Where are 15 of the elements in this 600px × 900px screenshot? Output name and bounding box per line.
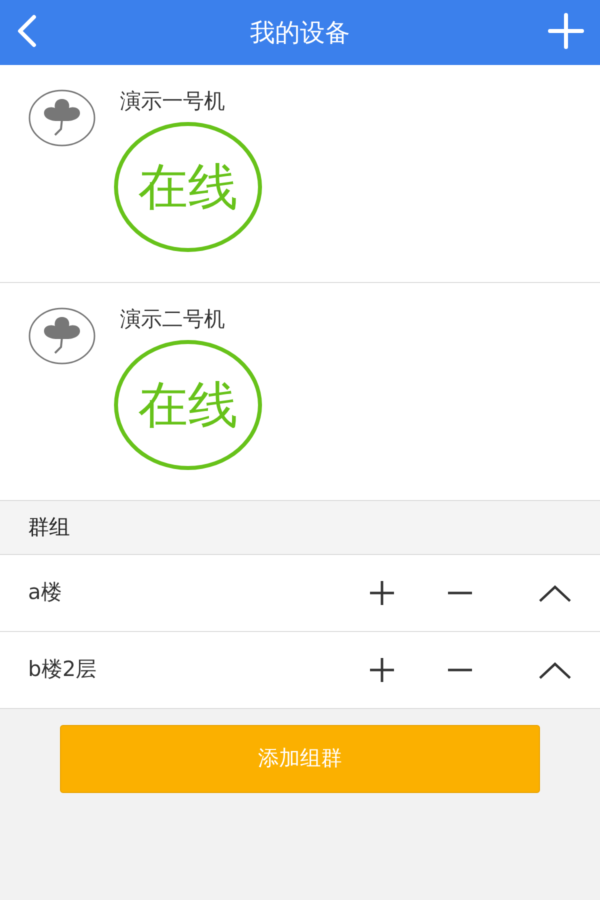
- add-button[interactable]: [548, 13, 584, 49]
- add-icon[interactable]: [368, 656, 396, 684]
- add-icon[interactable]: [368, 579, 396, 607]
- online-status-stamp: 在线: [114, 122, 262, 252]
- group-name: b楼2层: [28, 656, 98, 684]
- online-status-stamp: 在线: [114, 340, 262, 470]
- group-name: a楼: [28, 579, 63, 606]
- leaf-icon: [28, 307, 96, 365]
- device-name: 演示一号机: [120, 89, 226, 114]
- device-row[interactable]: 演示二号机 在线: [0, 283, 600, 501]
- leaf-icon: [28, 89, 96, 147]
- section-title: 群组: [28, 514, 70, 541]
- page-title: 我的设备: [250, 16, 350, 49]
- device-name: 演示二号机: [120, 307, 226, 332]
- device-row[interactable]: 演示一号机 在线: [0, 65, 600, 283]
